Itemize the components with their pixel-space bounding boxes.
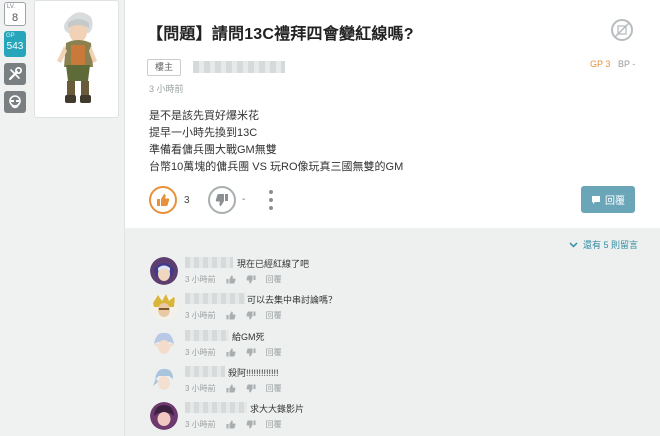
gp-badge-value: 543 <box>6 41 24 52</box>
comment-time: 3 小時前 <box>185 384 216 393</box>
commenter-name-blurred[interactable] <box>185 402 247 413</box>
post-body: 是不是該先買好爆米花 提早一小時先換到13C 準備看傭兵團大戰GM無雙 台幣10… <box>149 108 403 176</box>
commenter-name-blurred[interactable] <box>185 257 233 268</box>
commenter-name-blurred[interactable] <box>185 366 225 377</box>
thumbs-down-icon[interactable] <box>246 275 256 284</box>
author-badge: 樓主 <box>147 59 182 76</box>
post-title: 【問題】請問13C禮拜四會變紅線嗎? <box>147 26 414 43</box>
author-name-blurred[interactable] <box>193 61 285 73</box>
comment-meta: 3 小時前 回覆 <box>185 383 282 394</box>
comment-time: 3 小時前 <box>185 348 216 357</box>
reply-button-label: 回覆 <box>605 196 625 207</box>
comment-meta: 3 小時前 回覆 <box>185 310 282 321</box>
post-bp-count: BP - <box>618 59 636 69</box>
post-gp-count: GP 3 <box>590 59 611 69</box>
gp-badge: GP 543 <box>4 31 26 57</box>
hide-post-icon[interactable] <box>611 19 633 41</box>
commenter-avatar[interactable] <box>150 330 178 358</box>
comment-item: 殺阿!!!!!!!!!!!!! 3 小時前 回覆 <box>150 366 570 400</box>
comment-reply-link[interactable]: 回覆 <box>266 310 282 321</box>
thumbs-up-icon[interactable] <box>226 384 236 393</box>
commenter-avatar[interactable] <box>150 257 178 285</box>
comments-section: 還有 5 則留言 現在已經紅線了吧 3 小時前 回覆 可以去集中串討論嗎？ 3 … <box>125 228 660 436</box>
thumbs-up-icon <box>157 194 170 206</box>
comment-time: 3 小時前 <box>185 311 216 320</box>
gp-badge-label: GP <box>6 33 15 39</box>
thumbs-down-icon[interactable] <box>246 348 256 357</box>
comment-reply-link[interactable]: 回覆 <box>266 419 282 430</box>
tools-icon[interactable] <box>4 63 26 85</box>
level-badge: LV. 8 <box>4 2 26 26</box>
comment-item: 現在已經紅線了吧 3 小時前 回覆 <box>150 257 570 291</box>
thumbs-up-icon[interactable] <box>226 420 236 429</box>
thumbs-up-icon[interactable] <box>226 275 236 284</box>
comment-meta: 3 小時前 回覆 <box>185 347 282 358</box>
commenter-avatar[interactable] <box>150 293 178 321</box>
post-body-line: 台幣10萬塊的傭兵團 VS 玩RO像玩真三國無雙的GM <box>149 161 404 173</box>
chevron-down-icon <box>569 241 578 248</box>
comment-text: 可以去集中串討論嗎？ <box>247 295 338 305</box>
comment-text: 殺阿!!!!!!!!!!!!! <box>228 368 279 378</box>
thumbs-down-icon <box>215 194 228 206</box>
like-button[interactable] <box>149 186 177 214</box>
comment-meta: 3 小時前 回覆 <box>185 274 282 285</box>
thumbs-down-icon[interactable] <box>246 311 256 320</box>
comment-text: 求大大錄影片 <box>250 404 305 414</box>
more-options-icon[interactable] <box>267 188 275 212</box>
comment-item: 求大大錄影片 3 小時前 回覆 <box>150 402 570 436</box>
commenter-name-blurred[interactable] <box>185 330 229 341</box>
comment-item: 給GM死 3 小時前 回覆 <box>150 330 570 364</box>
comment-text: 現在已經紅線了吧 <box>237 259 310 269</box>
commenter-avatar[interactable] <box>150 366 178 394</box>
comment-meta: 3 小時前 回覆 <box>185 419 282 430</box>
dislike-count: - <box>242 194 246 205</box>
post-card: 【問題】請問13C禮拜四會變紅線嗎? 樓主 GP 3 BP - 3 小時前 是不… <box>125 0 660 228</box>
comment-reply-link[interactable]: 回覆 <box>266 274 282 285</box>
comment-text: 給GM死 <box>232 332 265 342</box>
thumbs-up-icon[interactable] <box>226 348 236 357</box>
dislike-button[interactable] <box>208 186 236 214</box>
post-body-line: 提早一小時先換到13C <box>149 127 258 139</box>
commenter-name-blurred[interactable] <box>185 293 245 304</box>
post-time: 3 小時前 <box>149 84 184 94</box>
thumbs-down-icon[interactable] <box>246 384 256 393</box>
comment-item: 可以去集中串討論嗎？ 3 小時前 回覆 <box>150 293 570 327</box>
like-count: 3 <box>184 195 190 206</box>
guild-icon[interactable] <box>4 91 26 113</box>
post-body-line: 是不是該先買好爆米花 <box>149 110 259 122</box>
character-avatar <box>57 12 97 103</box>
thumbs-up-icon[interactable] <box>226 311 236 320</box>
comment-time: 3 小時前 <box>185 420 216 429</box>
comment-reply-link[interactable]: 回覆 <box>266 383 282 394</box>
level-value: 8 <box>11 12 19 24</box>
reply-button[interactable]: 回覆 <box>581 186 635 213</box>
more-comments-label: 還有 5 則留言 <box>582 240 638 250</box>
comment-time: 3 小時前 <box>185 275 216 284</box>
level-label: LV. <box>7 4 16 10</box>
left-rail: LV. 8 GP 543 <box>0 0 125 436</box>
comment-icon <box>592 195 600 204</box>
more-comments-link[interactable]: 還有 5 則留言 <box>569 238 638 251</box>
post-body-line: 準備看傭兵團大戰GM無雙 <box>149 144 277 156</box>
comment-reply-link[interactable]: 回覆 <box>266 347 282 358</box>
commenter-avatar[interactable] <box>150 402 178 430</box>
author-avatar-card[interactable] <box>34 0 119 118</box>
post-actions: 3 - 回覆 <box>149 186 649 216</box>
thumbs-down-icon[interactable] <box>246 420 256 429</box>
